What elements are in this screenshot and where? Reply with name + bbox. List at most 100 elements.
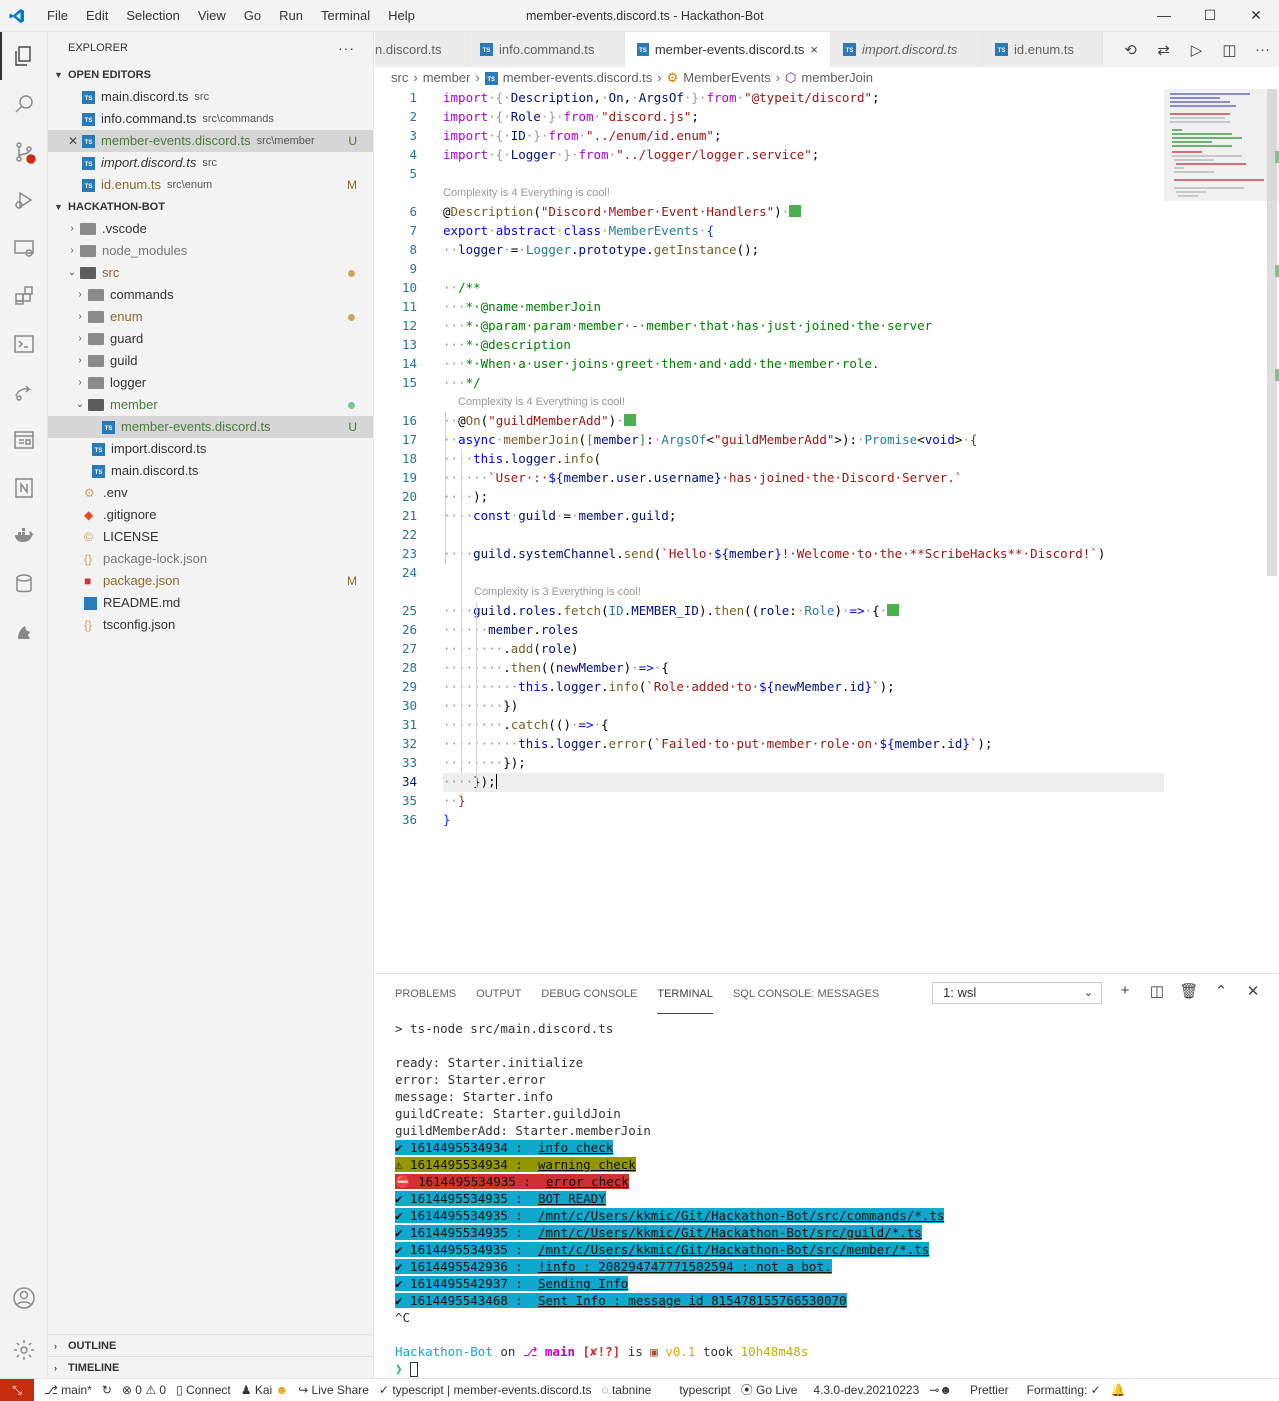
tree-item-tsconfig[interactable]: {} tsconfig.json xyxy=(48,614,373,636)
tree-item-package-lock[interactable]: {} package-lock.json xyxy=(48,548,373,570)
new-terminal-icon[interactable]: + xyxy=(1109,982,1141,1000)
menu-go[interactable]: Go xyxy=(235,1,270,31)
tab-debug-console[interactable]: DEBUG CONSOLE xyxy=(541,975,637,1013)
menu-view[interactable]: View xyxy=(189,1,235,31)
menu-file[interactable]: File xyxy=(38,1,77,31)
codelens-complexity[interactable]: Complexity is 3 Everything is cool! xyxy=(474,586,641,598)
codelens-complexity[interactable]: Complexity is 4 Everything is cool! xyxy=(458,396,625,408)
problems-status[interactable]: ⊗ 0 ⚠ 0 xyxy=(122,1383,166,1397)
browser-preview-icon[interactable] xyxy=(0,416,48,464)
remote-indicator-icon[interactable]: ⤡ xyxy=(0,1378,34,1401)
terminal-output[interactable]: > ts-node src/main.discord.ts ready: Sta… xyxy=(395,1020,945,1377)
outline-section[interactable]: › OUTLINE xyxy=(48,1334,374,1356)
tree-item-license[interactable]: © LICENSE xyxy=(48,526,373,548)
trash-icon[interactable]: 🗑 xyxy=(1173,982,1205,1000)
maximize-panel-icon[interactable]: ⌃ xyxy=(1205,982,1237,1000)
run-code-icon[interactable]: ▷ xyxy=(1180,41,1213,59)
source-control-icon[interactable] xyxy=(0,128,48,176)
terminal-select[interactable]: 1: wsl ⌄ xyxy=(932,982,1102,1004)
breadcrumb-item[interactable]: memberJoin xyxy=(801,67,873,89)
open-editor-info-command[interactable]: TS info.command.ts src\commands xyxy=(48,108,373,130)
tree-item-member[interactable]: ⌄ member xyxy=(48,394,373,416)
docker-icon[interactable] xyxy=(0,512,48,560)
formatting-status[interactable]: Formatting: ✓ xyxy=(1027,1383,1101,1397)
notion-icon[interactable] xyxy=(0,464,48,512)
minimize-icon[interactable]: — xyxy=(1141,0,1187,30)
kite-icon[interactable] xyxy=(0,608,48,656)
project-section[interactable]: ▼ HACKATHON-BOT xyxy=(48,196,373,218)
kai-status[interactable]: ♟ Kai ☻ xyxy=(241,1383,288,1397)
more-actions-icon[interactable]: ··· xyxy=(1246,41,1279,58)
tree-item-guard[interactable]: › guard xyxy=(48,328,373,350)
close-editor-icon[interactable]: ✕ xyxy=(68,130,82,152)
split-terminal-icon[interactable]: ◫ xyxy=(1141,982,1173,1000)
tree-item-commands[interactable]: › commands xyxy=(48,284,373,306)
codelens-complexity[interactable]: Complexity is 4 Everything is cool! xyxy=(443,187,610,199)
terminal-view-icon[interactable] xyxy=(0,320,48,368)
remote-explorer-icon[interactable] xyxy=(0,224,48,272)
editor-scrollbar[interactable] xyxy=(1267,89,1279,972)
live-share-icon[interactable] xyxy=(0,368,48,416)
history-icon[interactable]: ⟲ xyxy=(1114,41,1147,59)
language-mode[interactable]: typescript xyxy=(679,1383,730,1397)
code-editor[interactable]: 1 2 3 4 5 6 7 8 9 10 11 12 13 14 15 16 17 18 19 20 21 22 23 24 2… xyxy=(375,89,1279,972)
menu-selection[interactable]: Selection xyxy=(117,1,188,31)
tree-item-enum[interactable]: › enum xyxy=(48,306,373,328)
golive-status[interactable]: ⦿ Go Live xyxy=(741,1381,798,1398)
tab-sql-console[interactable]: SQL CONSOLE: MESSAGES xyxy=(733,975,879,1013)
minimap[interactable] xyxy=(1164,89,1279,201)
tab-id-enum[interactable]: TS id.enum.ts xyxy=(983,32,1103,67)
close-panel-icon[interactable]: ✕ xyxy=(1237,982,1269,1000)
menu-help[interactable]: Help xyxy=(379,1,424,31)
compare-changes-icon[interactable]: ⇄ xyxy=(1147,41,1180,59)
tree-item-gitignore[interactable]: ◆ .gitignore xyxy=(48,504,373,526)
connect-status[interactable]: ▯ Connect xyxy=(176,1383,231,1397)
extensions-icon[interactable] xyxy=(0,272,48,320)
accounts-icon[interactable] xyxy=(0,1274,48,1322)
tree-item-main[interactable]: TS main.discord.ts xyxy=(48,460,373,482)
open-editor-member-events[interactable]: ✕ TS member-events.discord.ts src\member U xyxy=(48,130,373,152)
tree-item-src[interactable]: ⌄ src xyxy=(48,262,373,284)
database-icon[interactable] xyxy=(0,560,48,608)
tabnine-status[interactable]: ◌ tabnine xyxy=(602,1383,652,1397)
menu-run[interactable]: Run xyxy=(270,1,312,31)
tree-item-logger[interactable]: › logger xyxy=(48,372,373,394)
tree-item-node-modules[interactable]: › node_modules xyxy=(48,240,373,262)
open-editor-import[interactable]: TS import.discord.ts src xyxy=(48,152,373,174)
tab-import-discord[interactable]: TS import.discord.ts xyxy=(831,32,983,67)
tree-item-vscode[interactable]: › .vscode xyxy=(48,218,373,240)
tab-problems[interactable]: PROBLEMS xyxy=(395,975,456,1013)
tab-main-discord[interactable]: n.discord.ts xyxy=(375,32,468,67)
breadcrumb-item[interactable]: member-events.discord.ts xyxy=(503,67,653,89)
explorer-icon[interactable] xyxy=(0,32,48,80)
menu-terminal[interactable]: Terminal xyxy=(312,1,379,31)
menu-edit[interactable]: Edit xyxy=(77,1,117,31)
split-editor-icon[interactable]: ◫ xyxy=(1213,41,1246,59)
close-tab-icon[interactable]: × xyxy=(810,32,818,67)
close-window-icon[interactable]: ✕ xyxy=(1233,0,1279,30)
tree-item-env[interactable]: ⚙ .env xyxy=(48,482,373,504)
tab-member-events[interactable]: TS member-events.discord.ts × xyxy=(625,32,831,67)
more-actions-icon[interactable]: ··· xyxy=(338,32,355,64)
tree-item-readme[interactable]: README.md xyxy=(48,592,373,614)
sync-icon[interactable]: ↻ xyxy=(102,1383,112,1397)
search-icon[interactable] xyxy=(0,80,48,128)
breadcrumb-item[interactable]: member xyxy=(423,67,471,89)
tree-item-member-events[interactable]: TS member-events.discord.ts U xyxy=(48,416,373,438)
tab-info-command[interactable]: TS info.command.ts xyxy=(468,32,625,67)
prettier-status[interactable]: Prettier xyxy=(970,1383,1009,1397)
timeline-section[interactable]: › TIMELINE xyxy=(48,1356,374,1378)
liveshare-status[interactable]: ↪ Live Share xyxy=(298,1383,369,1397)
tab-terminal[interactable]: TERMINAL xyxy=(657,975,713,1014)
open-editors-section[interactable]: ▼ OPEN EDITORS xyxy=(48,64,373,86)
run-debug-icon[interactable] xyxy=(0,176,48,224)
prompt-input-line[interactable]: ❯ xyxy=(395,1360,944,1377)
maximize-icon[interactable]: ☐ xyxy=(1187,0,1233,30)
tree-item-import[interactable]: TS import.discord.ts xyxy=(48,438,373,460)
lang-check-status[interactable]: ✓ typescript | member-events.discord.ts xyxy=(379,1383,592,1397)
tree-item-package[interactable]: ■ package.json M xyxy=(48,570,373,592)
tree-item-guild[interactable]: › guild xyxy=(48,350,373,372)
open-editor-id-enum[interactable]: TS id.enum.ts src\enum M xyxy=(48,174,373,196)
tab-output[interactable]: OUTPUT xyxy=(476,975,521,1013)
ts-version[interactable]: 4.3.0-dev.20210223 xyxy=(813,1383,919,1397)
